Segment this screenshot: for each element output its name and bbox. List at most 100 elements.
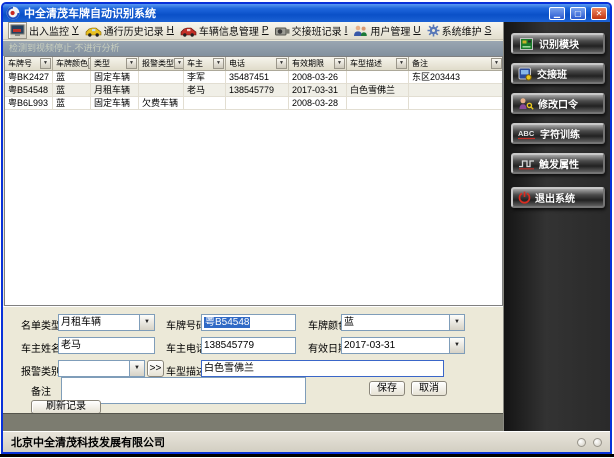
toolbar-item-label: 通行历史记录 (104, 23, 164, 38)
table-cell (409, 84, 503, 97)
power-icon (518, 191, 531, 204)
alarm-category-select[interactable]: ▼ (58, 360, 145, 377)
table-cell: 蓝 (53, 97, 91, 110)
function-sidebar: 识别模块交接班修改口令 ABC 字符训练触发属性退出系统 (503, 22, 610, 431)
alarm-category-more-button[interactable]: >> (147, 360, 164, 377)
table-cell: 李军 (184, 71, 226, 84)
status-led-icon (577, 438, 586, 447)
minimize-button[interactable]: ▁ (549, 7, 565, 20)
column-header-label: 车牌号 (8, 58, 32, 69)
column-header-label: 报警类型 (142, 58, 174, 69)
sidebar-button-trigger-properties[interactable]: 触发属性 (511, 153, 605, 174)
company-name: 北京中全清茂科技发展有限公司 (11, 434, 165, 450)
chevron-down-icon[interactable]: ▼ (139, 315, 154, 330)
save-button[interactable]: 保存 (369, 381, 405, 396)
chevron-down-icon[interactable]: ▼ (449, 315, 464, 330)
table-row[interactable]: 粤B54548蓝月租车辆老马1385457792017-03-31白色雪佛兰 (5, 84, 502, 97)
toolbar-item-hotkey: I (345, 25, 348, 36)
table-cell: 粤B54548 (5, 84, 53, 97)
column-header[interactable]: 车型描述▼ (347, 57, 409, 71)
sidebar-button-recognition-module[interactable]: 识别模块 (511, 33, 605, 54)
list-type-select[interactable]: 月租车辆 ▼ (58, 314, 155, 331)
table-cell (184, 97, 226, 110)
list-type-label: 名单类型 (21, 317, 61, 332)
table-cell: 2017-03-31 (289, 84, 347, 97)
toolbar-item-system-maintain[interactable]: 系统维护S (424, 22, 495, 39)
sidebar-button-character-training[interactable]: ABC 字符训练 (511, 123, 605, 144)
column-header[interactable]: 电话▼ (226, 57, 289, 71)
selected-text: 粤B54548 (204, 317, 250, 328)
toolbar-item-label: 交接班记录 (292, 23, 342, 38)
column-header[interactable]: 类型 ▼ (91, 57, 139, 71)
vehicle-table: 车牌号▼车牌颜色▼类型▼报警类型▼车主▼电话▼有效期限▼车型描述▼备注▼粤BK2… (4, 56, 503, 306)
toolbar-item-label: 用户管理 (370, 23, 410, 38)
sidebar-button-change-password[interactable]: 修改口令 (511, 93, 605, 114)
red-car-icon (180, 25, 197, 37)
sidebar-button-exit-system[interactable]: 退出系统 (511, 187, 605, 208)
filter-dropdown-icon[interactable]: ▼ (396, 58, 407, 69)
table-cell: 固定车辆 (91, 71, 139, 84)
column-header[interactable]: 报警类型▼ (139, 57, 184, 71)
filter-dropdown-icon[interactable]: ▼ (334, 58, 345, 69)
column-header-label: 类型 (94, 58, 110, 69)
plate-number-label: 车牌号码 (166, 317, 206, 332)
toolbar-item-shift-record[interactable]: 交接班记录I (272, 22, 351, 39)
app-logo-icon (6, 6, 20, 20)
sidebar-button-label: 字符训练 (540, 126, 580, 141)
column-header[interactable]: 车牌号 ▼ (5, 57, 53, 71)
column-header[interactable]: 有效期限 ▼ (289, 57, 347, 71)
chevron-down-icon[interactable]: ▼ (449, 338, 464, 353)
remarks-label: 备注 (31, 383, 51, 398)
filter-dropdown-icon[interactable]: ▼ (174, 58, 184, 69)
table-row[interactable]: 粤BK2427蓝固定车辆李军354874512008-03-26东区203443 (5, 71, 502, 84)
column-header-label: 有效期限 (292, 58, 324, 69)
alarm-category-label: 报警类别 (21, 363, 61, 378)
table-cell: 蓝 (53, 71, 91, 84)
sidebar-button-label: 触发属性 (539, 156, 579, 171)
owner-name-input[interactable]: 老马 (58, 337, 155, 354)
filter-dropdown-icon[interactable]: ▼ (276, 58, 287, 69)
table-cell: 2008-03-28 (289, 97, 347, 110)
valid-date-select[interactable]: 2017-03-31 ▼ (341, 337, 465, 354)
app-window: 中全清茂车牌自动识别系统 ▁ ▢ ✕ 出入监控Y通行历史记录H车辆信息管理P交接… (1, 2, 612, 454)
table-cell (347, 97, 409, 110)
table-cell: 月租车辆 (91, 84, 139, 97)
filter-dropdown-icon[interactable]: ▼ (126, 58, 137, 69)
owner-phone-input[interactable]: 138545779 (201, 337, 296, 354)
plate-number-input[interactable]: 粤B54548 (201, 314, 296, 331)
toolbar-item-entry-exit-monitor[interactable]: 出入监控Y (5, 22, 82, 39)
column-header[interactable]: 备注▼ (409, 57, 503, 71)
toolbar-item-user-manage[interactable]: 用户管理U (350, 22, 423, 39)
refresh-records-button[interactable]: 刷新记录 (31, 400, 101, 414)
toolbar-item-hotkey: S (485, 25, 492, 36)
toolbar-item-vehicle-info-manage[interactable]: 车辆信息管理P (177, 22, 272, 39)
table-cell: 蓝 (53, 84, 91, 97)
filter-dropdown-icon[interactable]: ▼ (40, 58, 51, 69)
filter-dropdown-icon[interactable]: ▼ (213, 58, 224, 69)
plate-color-select[interactable]: 蓝 ▼ (341, 314, 465, 331)
camera-icon (275, 25, 290, 37)
cancel-button[interactable]: 取消 (411, 381, 447, 396)
main-toolbar: 出入监控Y通行历史记录H车辆信息管理P交接班记录I用户管理U系统维护S (3, 22, 503, 40)
vehicle-desc-input[interactable]: 白色雪佛兰 (201, 360, 444, 377)
table-cell: 白色雪佛兰 (347, 84, 409, 97)
toolbar-item-pass-history[interactable]: 通行历史记录H (82, 22, 177, 39)
table-cell (226, 97, 289, 110)
maximize-button[interactable]: ▢ (570, 7, 586, 20)
toolbar-item-label: 系统维护 (442, 23, 482, 38)
column-header[interactable]: 车牌颜色▼ (53, 57, 91, 71)
table-cell: 粤B6L993 (5, 97, 53, 110)
gear-icon (427, 24, 440, 37)
column-header-label: 车牌颜色 (56, 58, 88, 69)
abc-training-icon: ABC (518, 128, 536, 140)
table-cell (347, 71, 409, 84)
column-header[interactable]: 车主▼ (184, 57, 226, 71)
chevron-down-icon[interactable]: ▼ (129, 361, 144, 376)
sidebar-button-shift-handover[interactable]: 交接班 (511, 63, 605, 84)
table-row[interactable]: 粤B6L993蓝固定车辆欠费车辆2008-03-28 (5, 97, 502, 110)
filter-dropdown-icon[interactable]: ▼ (491, 58, 502, 69)
yellow-car-icon (85, 25, 102, 37)
users-icon (353, 25, 368, 37)
close-button[interactable]: ✕ (591, 7, 607, 20)
key-person-icon (518, 97, 534, 111)
